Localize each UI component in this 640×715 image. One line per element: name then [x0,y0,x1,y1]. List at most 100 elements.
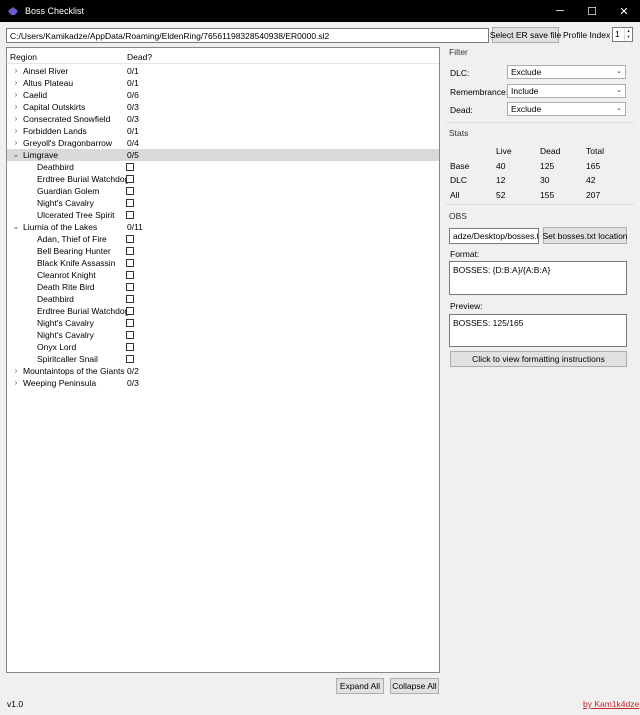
boss-row[interactable]: Death Rite Bird [7,281,439,293]
app-logo-icon [8,7,18,15]
boss-row[interactable]: Night's Cavalry [7,197,439,209]
dead-checkbox[interactable] [126,283,134,291]
boss-row[interactable]: Night's Cavalry [7,317,439,329]
boss-name: Bell Bearing Hunter [37,246,111,256]
chevron-right-icon[interactable]: › [12,65,20,77]
stats-column-live: Live [496,146,512,156]
dead-checkbox[interactable] [126,355,134,363]
region-dead-count: 0/2 [127,366,139,376]
stats-cell: 30 [540,175,550,185]
region-row[interactable]: › Consecrated Snowfield 0/3 [7,113,439,125]
chevron-right-icon[interactable]: › [12,113,20,125]
maximize-icon[interactable]: ☐ [576,0,608,22]
chevron-right-icon[interactable]: › [12,365,20,377]
dead-checkbox[interactable] [126,247,134,255]
dead-checkbox[interactable] [126,199,134,207]
region-row[interactable]: › Weeping Peninsula 0/3 [7,377,439,389]
dead-checkbox[interactable] [126,307,134,315]
minimize-icon[interactable]: ─ [544,0,576,22]
boss-row[interactable]: Bell Bearing Hunter [7,245,439,257]
remembrance-select-value: Include [511,86,539,96]
boss-row[interactable]: Cleanrot Knight [7,269,439,281]
region-name: Liurnia of the Lakes [23,222,98,232]
dead-checkbox[interactable] [126,187,134,195]
region-row[interactable]: › Altus Plateau 0/1 [7,77,439,89]
chevron-right-icon[interactable]: › [12,137,20,149]
preview-textarea: BOSSES: 125/165 [449,314,627,347]
region-row[interactable]: › Caelid 0/6 [7,89,439,101]
spinner-arrows-icon[interactable]: ▲ ▼ [624,28,632,41]
profile-index-spinner[interactable]: 1 ▲ ▼ [612,27,633,42]
region-row[interactable]: › Ainsel River 0/1 [7,65,439,77]
boss-row[interactable]: Onyx Lord [7,341,439,353]
formatting-instructions-button[interactable]: Click to view formatting instructions [450,351,627,367]
boss-row[interactable]: Erdtree Burial Watchdog [7,305,439,317]
dead-select[interactable]: Exclude ⌄ [507,102,626,116]
region-tree[interactable]: Region Dead? › Ainsel River 0/1 › Altus Plat… [6,47,440,673]
boss-row[interactable]: Guardian Golem [7,185,439,197]
dead-checkbox[interactable] [126,343,134,351]
region-name: Forbidden Lands [23,126,87,136]
region-name: Weeping Peninsula [23,378,97,388]
select-save-file-button[interactable]: Select ER save file [490,27,561,43]
save-path-input[interactable]: C:/Users/Kamikadze/AppData/Roaming/Elden… [6,28,489,43]
boss-row[interactable]: Ulcerated Tree Spirit [7,209,439,221]
dlc-select[interactable]: Exclude ⌄ [507,65,626,79]
boss-row[interactable]: Erdtree Burial Watchdog [7,173,439,185]
region-name: Ainsel River [23,66,69,76]
region-row[interactable]: › Mountaintops of the Giants 0/2 [7,365,439,377]
stats-cell: 12 [496,175,506,185]
dead-checkbox[interactable] [126,211,134,219]
chevron-right-icon[interactable]: › [12,125,20,137]
stats-cell: 207 [586,190,601,200]
boss-row[interactable]: Black Knife Assassin [7,257,439,269]
boss-row[interactable]: Deathbird [7,293,439,305]
region-dead-count: 0/3 [127,114,139,124]
preview-label: Preview: [450,301,483,311]
stats-column-total: Total [586,146,604,156]
remembrance-select[interactable]: Include ⌄ [507,84,626,98]
dead-column-header[interactable]: Dead? [127,52,152,62]
close-icon[interactable]: ✕ [608,0,640,22]
region-row[interactable]: › Capital Outskirts 0/3 [7,101,439,113]
chevron-down-icon[interactable]: ⌄ [12,221,20,233]
bosses-file-path-input[interactable]: adze/Desktop/bosses.txt [449,228,539,244]
expand-all-button[interactable]: Expand All [336,678,384,694]
region-dead-count: 0/11 [127,222,143,232]
boss-row[interactable]: Deathbird [7,161,439,173]
version-label: v1.0 [7,699,24,709]
format-textarea[interactable]: BOSSES: {D:B:A}/{A:B:A} [449,261,627,295]
chevron-right-icon[interactable]: › [12,89,20,101]
dead-checkbox[interactable] [126,175,134,183]
boss-row[interactable]: Spiritcaller Snail [7,353,439,365]
author-link[interactable]: by Kam1k4dze [583,699,639,709]
region-row[interactable]: › Greyoll's Dragonbarrow 0/4 [7,137,439,149]
dead-checkbox[interactable] [126,271,134,279]
chevron-down-icon[interactable]: ⌄ [12,149,20,161]
stats-cell: 165 [586,161,601,171]
chevron-right-icon[interactable]: › [12,377,20,389]
format-label: Format: [450,249,480,259]
region-row[interactable]: ⌄ Limgrave 0/5 [7,149,439,161]
dead-checkbox[interactable] [126,259,134,267]
stats-row-label: All [450,190,460,200]
region-name: Caelid [23,90,48,100]
dead-checkbox[interactable] [126,331,134,339]
set-bosses-location-button[interactable]: Set bosses.txt location [542,227,628,244]
region-row[interactable]: › Forbidden Lands 0/1 [7,125,439,137]
chevron-right-icon[interactable]: › [12,77,20,89]
boss-row[interactable]: Adan, Thief of Fire [7,233,439,245]
region-row[interactable]: ⌄ Liurnia of the Lakes 0/11 [7,221,439,233]
boss-row[interactable]: Night's Cavalry [7,329,439,341]
dead-checkbox[interactable] [126,295,134,303]
region-column-header[interactable]: Region [10,52,37,62]
chevron-right-icon[interactable]: › [12,101,20,113]
dead-checkbox[interactable] [126,319,134,327]
dead-checkbox[interactable] [126,235,134,243]
boss-name: Onyx Lord [37,342,77,352]
dlc-select-value: Exclude [511,67,542,77]
collapse-all-button[interactable]: Collapse All [390,678,439,694]
region-name: Greyoll's Dragonbarrow [23,138,113,148]
dead-checkbox[interactable] [126,163,134,171]
boss-name: Night's Cavalry [37,318,94,328]
